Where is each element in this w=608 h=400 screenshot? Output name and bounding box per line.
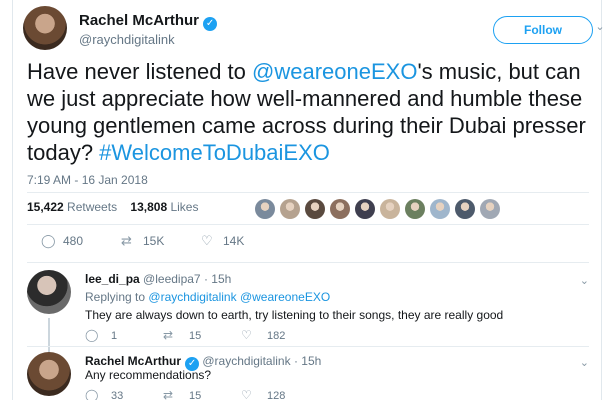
like-button[interactable]: ♡ 14K — [201, 233, 244, 249]
like-button[interactable]: ♡ 128 — [241, 388, 285, 400]
reply-button[interactable]: ◯ 33 — [85, 388, 123, 400]
hashtag-link[interactable]: #WelcomeToDubaiEXO — [99, 140, 330, 165]
retweets-count: 15,422 — [27, 200, 64, 214]
replying-to-links[interactable]: @raychdigitalink @weareoneEXO — [148, 290, 330, 304]
liker-avatar[interactable] — [480, 199, 500, 219]
divider — [27, 224, 589, 225]
reply-count: 33 — [111, 390, 124, 400]
retweet-count: 15 — [189, 390, 202, 400]
likes-count: 13,808 — [130, 200, 168, 214]
retweet-icon: ⇄ — [163, 328, 174, 342]
retweet-count: 15 — [189, 330, 202, 342]
liker-avatar[interactable] — [255, 199, 275, 219]
retweets-stat[interactable]: 15,422 Retweets — [27, 200, 117, 214]
likes-label: Likes — [170, 200, 199, 214]
replying-to: Replying to @raychdigitalink @weareoneEX… — [85, 290, 330, 304]
likes-stat[interactable]: 13,808 Likes — [130, 200, 198, 214]
retweet-button[interactable]: ⇄ 15 — [163, 388, 201, 400]
liker-avatar[interactable] — [405, 199, 425, 219]
mention-link[interactable]: @weareoneEXO — [252, 59, 417, 84]
chevron-down-icon[interactable]: ⌄ — [580, 274, 589, 287]
reply-count: 480 — [63, 234, 84, 248]
chevron-down-icon[interactable]: ⌄ — [580, 356, 589, 369]
tweet-text: Have never listened to @weareoneEXO's mu… — [27, 58, 587, 166]
retweets-label: Retweets — [67, 200, 118, 214]
liker-avatar[interactable] — [455, 199, 475, 219]
reply-body: Any recommendations? — [85, 368, 212, 382]
reply-button[interactable]: ◯ 1 — [85, 328, 117, 342]
reply-tweet[interactable]: lee_di_pa @leedipa7 · 15h ⌄ Replying to … — [27, 270, 589, 358]
reply-button[interactable]: ◯ 480 — [41, 233, 83, 249]
avatar[interactable] — [27, 270, 71, 314]
reply-body: They are always down to earth, try liste… — [85, 308, 504, 322]
divider — [27, 346, 589, 347]
tweet-text-part: Have never listened to — [27, 59, 253, 84]
liker-avatar[interactable] — [305, 199, 325, 219]
reply-icon: ◯ — [85, 328, 99, 342]
reply-time[interactable]: · 15h — [204, 272, 231, 286]
reply-header: lee_di_pa @leedipa7 · 15h — [85, 272, 231, 286]
like-count: 14K — [223, 234, 245, 248]
chevron-down-icon[interactable]: ⌄ — [593, 20, 607, 34]
verified-icon: ✓ — [203, 17, 218, 31]
like-icon: ♡ — [201, 233, 213, 248]
liker-avatar[interactable] — [355, 199, 375, 219]
divider — [27, 192, 589, 193]
retweet-icon: ⇄ — [163, 388, 174, 400]
like-count: 128 — [267, 390, 286, 400]
reply-author-name[interactable]: Rachel McArthur — [85, 354, 181, 368]
tweet-frame: Rachel McArthur ✓ @raychdigitalink Follow… — [12, 0, 605, 400]
liker-avatar[interactable] — [280, 199, 300, 219]
like-icon: ♡ — [241, 328, 252, 342]
reply-icon: ◯ — [85, 388, 99, 400]
avatar[interactable] — [27, 352, 71, 396]
retweet-icon: ⇄ — [121, 233, 132, 248]
reply-count: 1 — [111, 330, 118, 342]
author-name-text[interactable]: Rachel McArthur — [79, 12, 199, 29]
liker-avatar[interactable] — [430, 199, 450, 219]
tweet-timestamp[interactable]: 7:19 AM - 16 Jan 2018 — [27, 173, 148, 187]
retweet-count: 15K — [143, 234, 165, 248]
retweet-button[interactable]: ⇄ 15 — [163, 328, 201, 342]
reply-time[interactable]: · 15h — [294, 354, 321, 368]
reply-author-handle[interactable]: @raychdigitalink — [202, 354, 290, 368]
follow-button[interactable]: Follow — [493, 16, 593, 44]
tweet-stats: 15,422 Retweets 13,808 Likes — [27, 200, 198, 220]
reply-tweet[interactable]: Rachel McArthur ✓ @raychdigitalink · 15h … — [27, 352, 589, 400]
tweet-header: Rachel McArthur ✓ @raychdigitalink Follow… — [23, 6, 605, 50]
reply-icon: ◯ — [41, 233, 56, 248]
like-button[interactable]: ♡ 182 — [241, 328, 285, 342]
reply-author-handle[interactable]: @leedipa7 — [143, 272, 201, 286]
like-icon: ♡ — [241, 388, 252, 400]
reply-author-name[interactable]: lee_di_pa — [85, 272, 140, 286]
retweet-button[interactable]: ⇄ 15K — [121, 233, 164, 249]
author-handle[interactable]: @raychdigitalink — [79, 32, 175, 47]
avatar[interactable] — [23, 6, 67, 50]
liker-avatar[interactable] — [330, 199, 350, 219]
replying-prefix: Replying to — [85, 290, 146, 304]
author-name[interactable]: Rachel McArthur ✓ — [79, 12, 218, 31]
like-count: 182 — [267, 330, 286, 342]
liker-avatar[interactable] — [380, 199, 400, 219]
divider — [27, 262, 589, 263]
